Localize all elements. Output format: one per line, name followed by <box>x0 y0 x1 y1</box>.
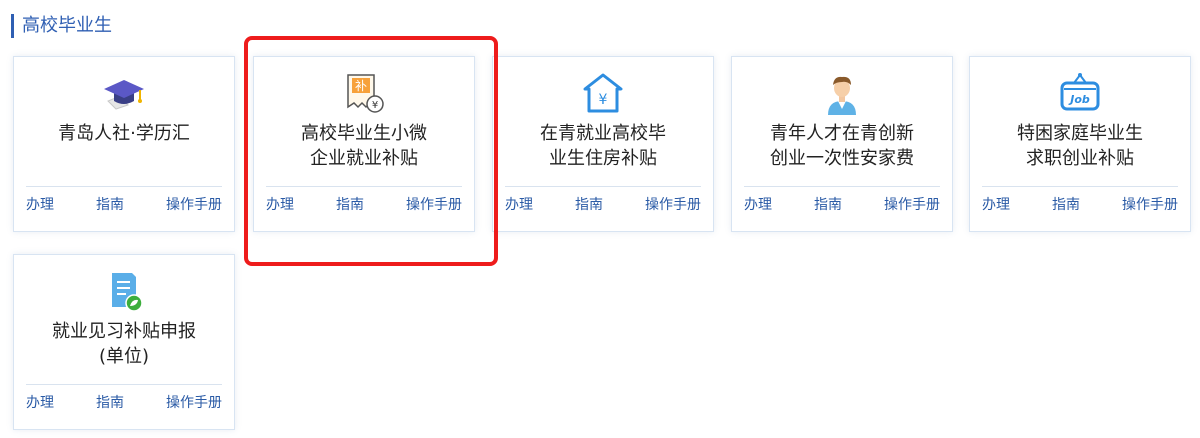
guide-link[interactable]: 指南 <box>96 393 124 413</box>
card-title-line2: 业生住房补贴 <box>549 148 657 169</box>
manual-link[interactable]: 操作手册 <box>1122 195 1178 215</box>
card-divider <box>26 186 222 187</box>
guide-link[interactable]: 指南 <box>336 195 364 215</box>
card-title-line2: 创业一次性安家费 <box>770 148 914 169</box>
handle-link[interactable]: 办理 <box>266 195 294 215</box>
card-title-line1: 高校毕业生小微 <box>301 123 427 144</box>
manual-link[interactable]: 操作手册 <box>406 195 462 215</box>
service-card-settling-fee[interactable]: 青年人才在青创新 创业一次性安家费 办理 指南 操作手册 <box>731 56 953 232</box>
svg-text:Job: Job <box>1068 93 1090 106</box>
guide-link[interactable]: 指南 <box>814 195 842 215</box>
card-title-line2: 企业就业补贴 <box>310 148 418 169</box>
manual-link[interactable]: 操作手册 <box>645 195 701 215</box>
document-leaf-icon <box>102 269 146 313</box>
guide-link[interactable]: 指南 <box>96 195 124 215</box>
card-divider <box>505 186 701 187</box>
young-man-icon <box>820 71 864 115</box>
service-card-small-enterprise-subsidy[interactable]: 补 ¥ 高校毕业生小微 企业就业补贴 办理 指南 操作手册 <box>253 56 475 232</box>
svg-text:¥: ¥ <box>372 100 378 111</box>
card-title-line1: 在青就业高校毕 <box>540 123 666 144</box>
service-card-internship-subsidy[interactable]: 就业见习补贴申报 (单位) 办理 指南 操作手册 <box>13 254 235 430</box>
handle-link[interactable]: 办理 <box>505 195 533 215</box>
service-card-poor-family-subsidy[interactable]: Job 特困家庭毕业生 求职创业补贴 办理 指南 操作手册 <box>969 56 1191 232</box>
card-divider <box>266 186 462 187</box>
card-title-line2: 求职创业补贴 <box>1026 148 1134 169</box>
card-title-line1: 特困家庭毕业生 <box>1017 123 1143 144</box>
card-divider <box>744 186 940 187</box>
handle-link[interactable]: 办理 <box>744 195 772 215</box>
card-title-line1: 青年人才在青创新 <box>770 123 914 144</box>
manual-link[interactable]: 操作手册 <box>884 195 940 215</box>
manual-link[interactable]: 操作手册 <box>166 195 222 215</box>
handle-link[interactable]: 办理 <box>26 393 54 413</box>
subsidy-receipt-icon: 补 ¥ <box>342 71 386 115</box>
section-title: 高校毕业生 <box>11 14 112 38</box>
card-title-line2: (单位) <box>98 346 150 367</box>
graduation-cap-icon <box>102 71 146 115</box>
card-divider <box>982 186 1178 187</box>
card-title-line1: 就业见习补贴申报 <box>52 321 196 342</box>
guide-link[interactable]: 指南 <box>575 195 603 215</box>
service-card-housing-subsidy[interactable]: ¥ 在青就业高校毕 业生住房补贴 办理 指南 操作手册 <box>492 56 714 232</box>
svg-text:¥: ¥ <box>599 92 608 108</box>
job-sign-icon: Job <box>1058 71 1102 115</box>
handle-link[interactable]: 办理 <box>982 195 1010 215</box>
card-divider <box>26 384 222 385</box>
manual-link[interactable]: 操作手册 <box>166 393 222 413</box>
house-yen-icon: ¥ <box>581 71 625 115</box>
guide-link[interactable]: 指南 <box>1052 195 1080 215</box>
handle-link[interactable]: 办理 <box>26 195 54 215</box>
service-card-xueli[interactable]: 青岛人社·学历汇 办理 指南 操作手册 <box>13 56 235 232</box>
svg-text:补: 补 <box>355 79 367 93</box>
card-title-line1: 青岛人社·学历汇 <box>58 123 190 144</box>
